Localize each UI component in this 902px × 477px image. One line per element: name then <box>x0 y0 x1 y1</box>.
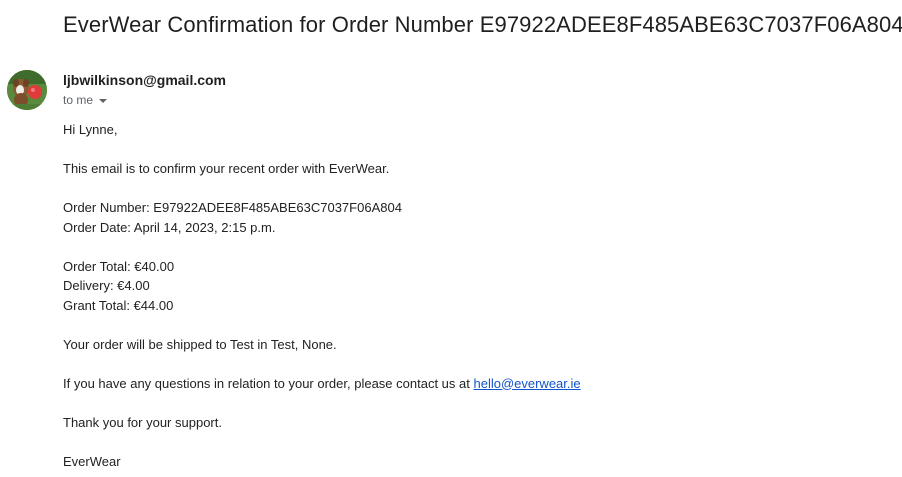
chevron-down-icon[interactable] <box>99 98 108 103</box>
contact-line: If you have any questions in relation to… <box>63 374 581 394</box>
order-date-line: Order Date: April 14, 2023, 2:15 p.m. <box>63 219 276 235</box>
sender-email: ljbwilkinson@gmail.com <box>63 72 227 88</box>
contact-email-link[interactable]: hello@everwear.ie <box>473 376 580 391</box>
intro-line: This email is to confirm your recent ord… <box>63 161 390 176</box>
shipping-line: Your order will be shipped to Test in Te… <box>63 336 337 352</box>
thanks-line: Thank you for your support. <box>63 414 222 430</box>
order-number-line: Order Number: E97922ADEE8F485ABE63C7037F… <box>63 200 402 215</box>
recipient-label: to me <box>63 93 94 107</box>
contact-prefix: If you have any questions in relation to… <box>63 375 474 391</box>
recipient-details-toggle[interactable]: to me <box>63 93 108 107</box>
email-subject: EverWear Confirmation for Order Number E… <box>63 12 902 37</box>
grand-total-line: Grant Total: €44.00 <box>63 297 174 313</box>
dog-photo-avatar-icon <box>7 70 47 110</box>
signature: EverWear <box>63 453 121 469</box>
delivery-line: Delivery: €4.00 <box>63 278 150 293</box>
email-body: Hi Lynne, This email is to confirm your … <box>63 120 581 471</box>
order-total-line: Order Total: €40.00 <box>63 258 175 274</box>
sender-avatar[interactable] <box>7 70 47 110</box>
greeting: Hi Lynne, <box>63 122 118 137</box>
